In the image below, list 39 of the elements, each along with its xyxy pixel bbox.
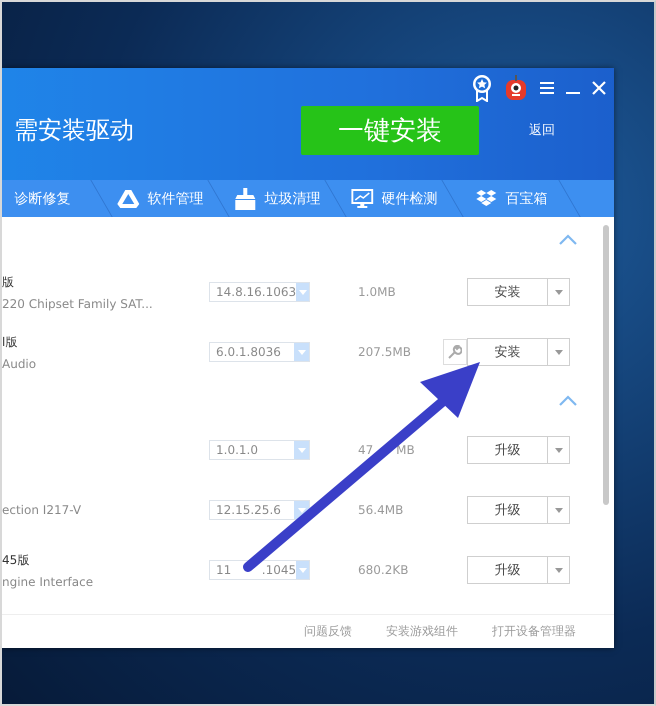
- device-name: 220 Chipset Family SAT...: [2, 296, 154, 310]
- nav-tab[interactable]: 硬件检测: [325, 180, 464, 217]
- close-icon[interactable]: [592, 81, 606, 95]
- wrench-icon[interactable]: [443, 339, 467, 365]
- menu-icon[interactable]: [540, 82, 554, 94]
- footer-link[interactable]: 安装游戏组件: [386, 623, 458, 640]
- driver-name: 版: [2, 274, 15, 290]
- monitor-icon: [351, 188, 373, 208]
- install-all-button[interactable]: 一键安装: [301, 106, 479, 154]
- driver-size: 47 MB: [358, 443, 416, 457]
- mascot-icon[interactable]: [504, 75, 528, 101]
- driver-name: l版: [2, 334, 18, 350]
- boxes-icon: [475, 188, 497, 208]
- scrollbar[interactable]: [603, 225, 609, 505]
- footer-link[interactable]: 打开设备管理器: [492, 623, 576, 640]
- driver-size: 207.5MB: [358, 345, 412, 359]
- version-select[interactable]: 6.0.1.8036: [209, 342, 310, 362]
- broom-icon: [234, 188, 256, 210]
- version-select[interactable]: 14.8.16.1063: [209, 282, 310, 302]
- collapse-icon[interactable]: [558, 234, 578, 246]
- footer-link[interactable]: 问题反馈: [304, 623, 352, 640]
- triangle-icon: [117, 188, 139, 208]
- collapse-icon[interactable]: [558, 395, 578, 407]
- window-title: 需安装驱动: [14, 115, 135, 146]
- driver-size: 680.2KB: [358, 563, 410, 577]
- nav-tab[interactable]: 软件管理: [91, 180, 230, 217]
- back-link[interactable]: 返回: [529, 121, 555, 139]
- version-select[interactable]: 12.15.25.6: [209, 500, 310, 520]
- driver-size: 1.0MB: [358, 285, 397, 299]
- medal-icon[interactable]: [472, 74, 492, 102]
- driver-size: 56.4MB: [358, 503, 404, 517]
- version-select[interactable]: 1.0.1.0: [209, 440, 310, 460]
- device-name: ngine Interface: [2, 574, 94, 588]
- device-name: ection I217-V: [2, 503, 82, 517]
- device-name: Audio: [2, 356, 38, 370]
- nav-tab[interactable]: 百宝箱: [442, 180, 581, 217]
- driver-name: 45版: [2, 552, 30, 568]
- version-select[interactable]: 11 .1045: [209, 560, 310, 580]
- nav-tab[interactable]: 垃圾清理: [208, 180, 347, 217]
